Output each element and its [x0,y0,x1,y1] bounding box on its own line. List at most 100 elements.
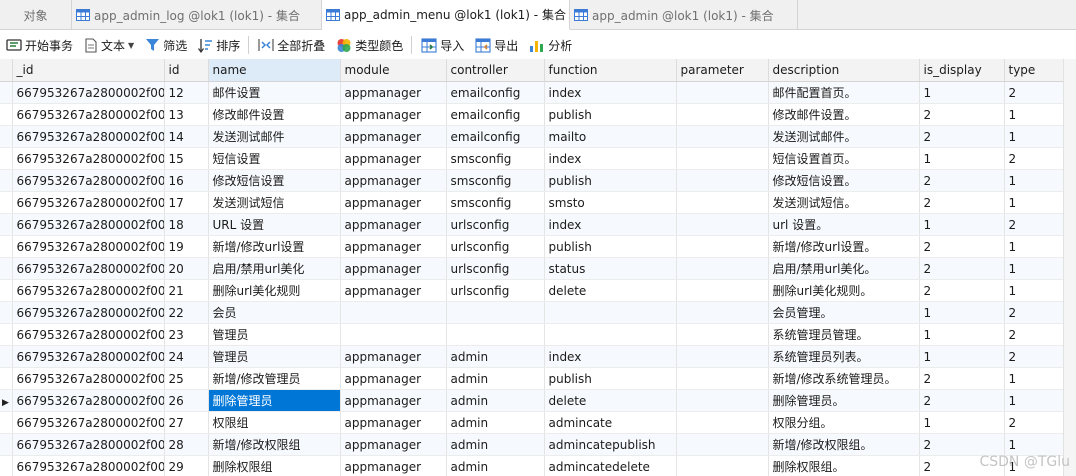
cell-id[interactable]: 667953267a2800002f006f [12,455,165,476]
cell-type[interactable]: 1 [1004,433,1065,456]
cell-id[interactable]: 15 [164,147,209,170]
cell-description[interactable]: 新增/修改权限组。 [768,433,920,456]
cell-module[interactable]: appmanager [340,191,447,214]
cell-controller[interactable]: admin [446,455,545,476]
cell-function[interactable]: status [544,257,677,280]
cell-id[interactable]: 16 [164,169,209,192]
row-marker[interactable] [0,169,13,192]
cell-description[interactable]: 权限分组。 [768,411,920,434]
cell-description[interactable]: 删除url美化规则。 [768,279,920,302]
cell-controller[interactable]: urlsconfig [446,235,545,258]
cell-type[interactable]: 1 [1004,279,1065,302]
cell-id[interactable]: 17 [164,191,209,214]
row-marker[interactable] [0,367,13,390]
cell-name[interactable]: 发送测试邮件 [208,125,341,148]
table-row[interactable]: 667953267a2800002f006f 28 新增/修改权限组 appmanag… [0,433,1065,456]
cell-parameter[interactable] [676,279,769,302]
cell-id[interactable]: 24 [164,345,209,368]
cell-id[interactable]: 18 [164,213,209,236]
analyze-button[interactable]: 分析 [524,33,577,57]
cell-controller[interactable]: smsconfig [446,169,545,192]
cell-module[interactable]: appmanager [340,345,447,368]
row-marker[interactable] [0,411,13,434]
row-marker[interactable] [0,103,13,126]
cell-type[interactable]: 1 [1004,191,1065,214]
cell-parameter[interactable] [676,389,769,412]
cell-parameter[interactable] [676,235,769,258]
cell-name[interactable]: 删除管理员 [208,389,341,412]
cell-controller[interactable]: admin [446,367,545,390]
cell-id[interactable]: 667953267a2800002f006f [12,213,165,236]
table-row[interactable]: 667953267a2800002f006f 17 发送测试短信 appmanager… [0,191,1065,214]
row-marker[interactable] [0,191,13,214]
cell-function[interactable]: index [544,345,677,368]
table-row[interactable]: 667953267a2800002f006f 20 启用/禁用url美化 appman… [0,257,1065,280]
cell-description[interactable]: 新增/修改系统管理员。 [768,367,920,390]
cell-module[interactable] [340,323,447,346]
table-row[interactable]: 667953267a2800002f006f 18 URL 设置 appmanager… [0,213,1065,236]
cell-id[interactable]: 667953267a2800002f006f [12,367,165,390]
filter-button[interactable]: 筛选 [140,33,192,57]
cell-type[interactable]: 2 [1004,323,1065,346]
cell-name[interactable]: 管理员 [208,345,341,368]
cell-function[interactable]: publish [544,235,677,258]
export-button[interactable]: 导出 [470,33,523,57]
cell-id[interactable]: 667953267a2800002f006f [12,345,165,368]
cell-id[interactable]: 667953267a2800002f006f [12,147,165,170]
cell-description[interactable]: 删除管理员。 [768,389,920,412]
cell-module[interactable]: appmanager [340,235,447,258]
cell-function[interactable]: publish [544,169,677,192]
cell-description[interactable]: 启用/禁用url美化。 [768,257,920,280]
tab-objects[interactable]: 对象 [0,0,72,30]
cell-description[interactable]: 会员管理。 [768,301,920,324]
cell-is-display[interactable]: 1 [919,81,1005,104]
table-row[interactable]: 667953267a2800002f006f 13 修改邮件设置 appmanager… [0,103,1065,126]
cell-parameter[interactable] [676,301,769,324]
cell-id[interactable]: 29 [164,455,209,476]
type-color-button[interactable]: 类型颜色 [331,33,408,57]
cell-is-display[interactable]: 1 [919,345,1005,368]
cell-description[interactable]: 发送测试短信。 [768,191,920,214]
tab-app-admin-menu[interactable]: app_admin_menu @lok1 (lok1) - 集合 [322,0,570,30]
cell-controller[interactable]: smsconfig [446,147,545,170]
cell-id[interactable]: 12 [164,81,209,104]
cell-id[interactable]: 667953267a2800002f006f [12,301,165,324]
cell-id[interactable]: 23 [164,323,209,346]
cell-parameter[interactable] [676,103,769,126]
cell-controller[interactable]: urlsconfig [446,257,545,280]
row-marker[interactable] [0,125,13,148]
cell-name[interactable]: 修改短信设置 [208,169,341,192]
cell-controller[interactable]: admin [446,411,545,434]
row-marker[interactable] [0,345,13,368]
cell-id[interactable]: 25 [164,367,209,390]
table-row[interactable]: 667953267a2800002f006f 15 短信设置 appmanager sm… [0,147,1065,170]
cell-function[interactable]: admincate [544,411,677,434]
cell-parameter[interactable] [676,411,769,434]
cell-name[interactable]: 管理员 [208,323,341,346]
cell-parameter[interactable] [676,125,769,148]
cell-is-display[interactable]: 2 [919,125,1005,148]
table-row[interactable]: 667953267a2800002f006f 14 发送测试邮件 appmanager… [0,125,1065,148]
cell-type[interactable]: 1 [1004,103,1065,126]
cell-module[interactable]: appmanager [340,147,447,170]
cell-id[interactable]: 667953267a2800002f006f [12,389,165,412]
cell-is-display[interactable]: 1 [919,213,1005,236]
cell-description[interactable]: 短信设置首页。 [768,147,920,170]
vertical-scrollbar[interactable] [1063,59,1076,476]
column-header-controller[interactable]: controller [446,59,545,82]
table-row[interactable]: 667953267a2800002f006f 22 会员 会员管理。 1 2 [0,301,1065,324]
column-header-id[interactable]: id [164,59,209,82]
cell-id[interactable]: 667953267a2800002f006f [12,433,165,456]
cell-name[interactable]: 新增/修改url设置 [208,235,341,258]
table-row[interactable]: 667953267a2800002f006f 25 新增/修改管理员 appmanag… [0,367,1065,390]
cell-is-display[interactable]: 2 [919,389,1005,412]
cell-name[interactable]: 发送测试短信 [208,191,341,214]
table-row[interactable]: 667953267a2800002f006f 24 管理员 appmanager adm… [0,345,1065,368]
cell-type[interactable]: 2 [1004,213,1065,236]
table-row[interactable]: 667953267a2800002f006f 21 删除url美化规则 appman… [0,279,1065,302]
cell-name[interactable]: 短信设置 [208,147,341,170]
cell-id[interactable]: 667953267a2800002f006f [12,235,165,258]
cell-type[interactable]: 1 [1004,125,1065,148]
cell-function[interactable]: smsto [544,191,677,214]
cell-description[interactable]: 系统管理员管理。 [768,323,920,346]
